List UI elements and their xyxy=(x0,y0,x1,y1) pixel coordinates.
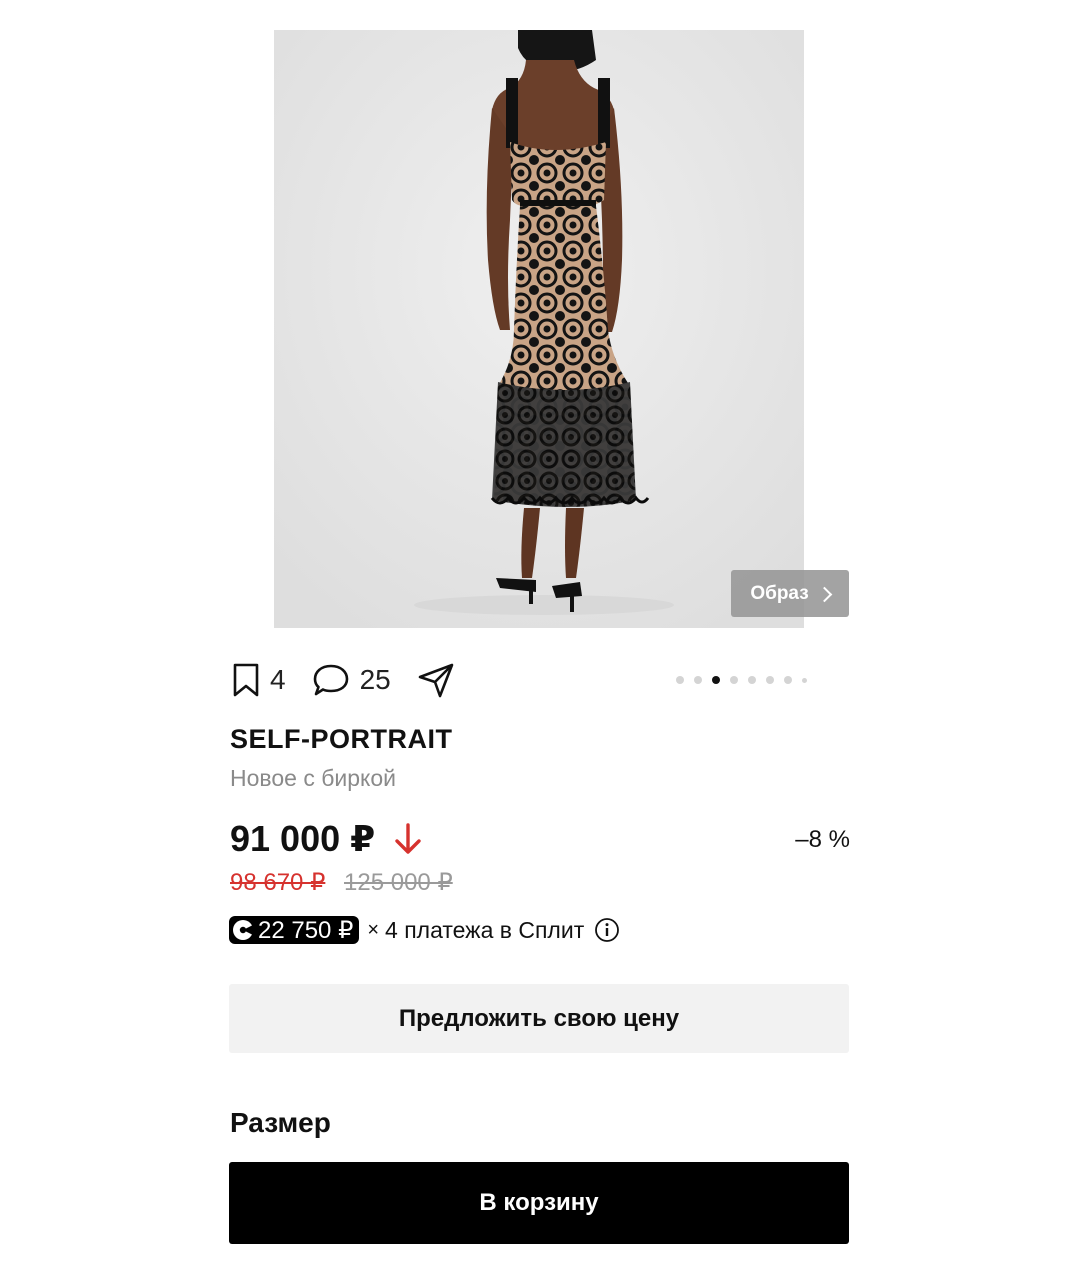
comments-count: 25 xyxy=(359,664,391,695)
dress-photo xyxy=(274,30,804,628)
look-button-label: Образ xyxy=(750,582,809,604)
split-amount-badge: 22 750 ₽ xyxy=(229,916,360,944)
saves-count: 4 xyxy=(270,664,286,695)
split-text: 4 платежа в Сплит xyxy=(385,916,585,943)
gallery-pagination xyxy=(676,676,807,684)
previous-price: 98 670 ₽ xyxy=(230,869,326,896)
product-actions: 4 25 xyxy=(232,660,455,700)
condition-label: Новое с биркой xyxy=(230,765,396,791)
gallery-dot[interactable] xyxy=(766,676,774,684)
gallery-dot[interactable] xyxy=(694,676,702,684)
gallery-dot[interactable] xyxy=(748,676,756,684)
product-image[interactable] xyxy=(274,30,804,628)
gallery-dot-active[interactable] xyxy=(712,676,720,684)
original-price: 125 000 ₽ xyxy=(344,869,453,896)
arrow-down-icon xyxy=(395,823,421,854)
info-icon[interactable] xyxy=(594,917,620,943)
size-section-title: Размер xyxy=(230,1107,331,1138)
previous-prices: 98 670 ₽ 125 000 ₽ xyxy=(230,868,453,897)
bookmark-icon xyxy=(233,663,259,697)
comments-button[interactable]: 25 xyxy=(312,663,391,697)
price-row: 91 000 ₽ –8 % xyxy=(230,818,850,862)
gallery-dot[interactable] xyxy=(730,676,738,684)
split-amount: 22 750 ₽ xyxy=(258,916,354,944)
discount-badge: –8 % xyxy=(795,826,850,853)
look-button[interactable]: Образ xyxy=(731,570,849,617)
gallery-dot[interactable] xyxy=(802,677,807,683)
brand-name[interactable]: SELF-PORTRAIT xyxy=(230,724,453,755)
split-installments[interactable]: 22 750 ₽ × 4 платежа в Сплит xyxy=(229,914,620,946)
add-to-cart-button[interactable]: В корзину xyxy=(229,1162,849,1244)
comment-icon xyxy=(313,664,348,696)
share-button[interactable] xyxy=(417,662,455,698)
split-multiplier: × xyxy=(367,918,380,941)
gallery-dot[interactable] xyxy=(784,676,792,684)
gallery-dot[interactable] xyxy=(676,676,684,684)
chevron-right-icon xyxy=(816,586,832,602)
current-price: 91 000 ₽ xyxy=(230,818,376,859)
save-button[interactable]: 4 xyxy=(232,663,286,697)
split-logo-icon xyxy=(233,920,254,940)
share-icon xyxy=(418,663,454,698)
offer-price-button[interactable]: Предложить свою цену xyxy=(229,984,849,1053)
